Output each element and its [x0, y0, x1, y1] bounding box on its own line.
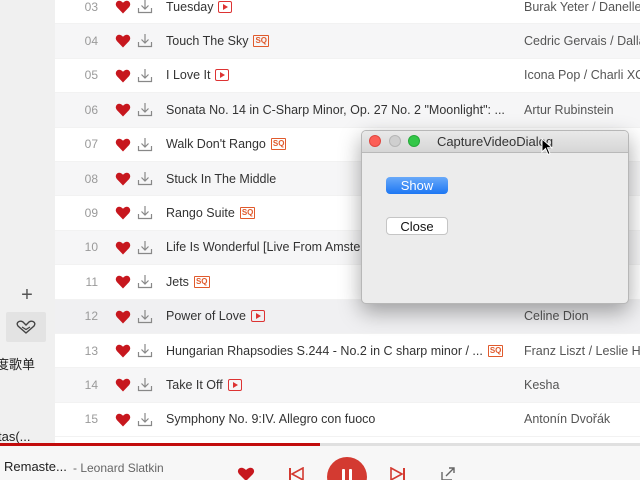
liked-heart-icon[interactable] [115, 69, 131, 86]
capture-video-dialog: CaptureVideoDialog Show Close [361, 130, 629, 304]
download-icon[interactable] [137, 137, 153, 155]
like-heart-icon[interactable] [237, 467, 255, 480]
song-title: Touch The Sky SQ [166, 34, 270, 49]
song-artist[interactable]: Franz Liszt / Leslie Ho [524, 344, 640, 358]
song-title: Sonata No. 14 in C-Sharp Minor, Op. 27 N… [166, 102, 505, 117]
song-row[interactable]: 06 Sonata No. 14 in C-Sharp Minor, Op. 27… [55, 93, 640, 128]
next-track-icon[interactable] [390, 467, 406, 480]
download-icon[interactable] [137, 102, 153, 120]
song-artist[interactable]: Cedric Gervais / Dalla [524, 34, 640, 48]
song-artist[interactable]: Kesha [524, 378, 640, 392]
sq-quality-badge: SQ [487, 344, 504, 357]
liked-heart-icon[interactable] [115, 138, 131, 155]
liked-heart-icon[interactable] [115, 310, 131, 327]
show-button[interactable]: Show [386, 177, 448, 194]
progress-bar[interactable] [0, 443, 640, 446]
sidebar: + 度歌单 tas(... [0, 0, 55, 444]
song-artist[interactable]: Antonín Dvořák [524, 412, 640, 426]
sq-quality-badge: SQ [193, 275, 210, 288]
download-icon[interactable] [137, 343, 153, 361]
download-icon[interactable] [137, 205, 153, 223]
song-title: Symphony No. 9:IV. Allegro con fuoco [166, 412, 376, 427]
liked-heart-icon[interactable] [115, 413, 131, 430]
track-number: 13 [84, 343, 98, 358]
share-icon[interactable] [440, 467, 456, 480]
track-number: 15 [84, 412, 98, 427]
song-row[interactable]: 13 Hungarian Rhapsodies S.244 - No.2 in C… [55, 334, 640, 369]
song-title: Life Is Wonderful [Live From Amster [166, 240, 365, 255]
mv-play-icon[interactable] [227, 378, 242, 391]
liked-heart-icon[interactable] [115, 172, 131, 189]
liked-heart-icon[interactable] [115, 275, 131, 292]
dialog-title: CaptureVideoDialog [436, 134, 554, 149]
song-title: Stuck In The Middle [166, 171, 277, 186]
sidebar-item-label[interactable]: tas(... [0, 429, 31, 444]
song-row[interactable]: 05 I Love It Icona Pop / Charli XC [55, 59, 640, 94]
track-number: 14 [84, 377, 98, 392]
track-number: 08 [84, 171, 98, 186]
song-title: Take It Off [166, 378, 242, 392]
mv-play-icon[interactable] [250, 310, 265, 323]
download-icon[interactable] [137, 68, 153, 86]
download-icon[interactable] [137, 274, 153, 292]
download-icon[interactable] [137, 240, 153, 258]
song-artist[interactable]: Celine Dion [524, 309, 640, 323]
song-title: Walk Don't Rango SQ [166, 137, 287, 152]
sidebar-item-label[interactable]: 度歌单 [0, 354, 35, 373]
song-title: Jets SQ [166, 274, 210, 289]
song-artist[interactable]: Burak Yeter / Danelle [524, 0, 640, 14]
sq-quality-badge: SQ [253, 35, 270, 48]
download-icon[interactable] [137, 309, 153, 327]
download-icon[interactable] [137, 33, 153, 51]
song-title: Rango Suite SQ [166, 206, 256, 221]
song-row[interactable]: 03 Tuesday Burak Yeter / Danelle [55, 0, 640, 25]
track-number: 11 [85, 274, 98, 289]
liked-heart-icon[interactable] [115, 0, 131, 17]
song-title: I Love It [166, 68, 230, 82]
liked-heart-icon[interactable] [115, 34, 131, 51]
player-bar: Remaste... - Leonard Slatkin [0, 443, 640, 480]
song-row[interactable]: 14 Take It Off Kesha [55, 368, 640, 403]
now-playing-title: Remaste... [4, 459, 67, 474]
now-playing-artist: - Leonard Slatkin [73, 461, 164, 475]
song-artist[interactable]: Artur Rubinstein [524, 103, 640, 117]
liked-heart-icon[interactable] [115, 241, 131, 258]
liked-heart-icon[interactable] [115, 206, 131, 223]
track-number: 03 [84, 0, 98, 14]
song-row[interactable]: 12 Power of Love Celine Dion [55, 299, 640, 334]
liked-heart-icon[interactable] [115, 103, 131, 120]
song-title: Hungarian Rhapsodies S.244 - No.2 in C s… [166, 343, 504, 358]
track-number: 10 [84, 240, 98, 255]
track-number: 04 [84, 34, 98, 49]
sq-quality-badge: SQ [239, 207, 256, 220]
song-artist[interactable]: Icona Pop / Charli XC [524, 68, 640, 82]
track-number: 06 [84, 102, 98, 117]
heart-outline-icon [16, 320, 36, 334]
track-number: 09 [84, 206, 98, 221]
track-number: 05 [84, 68, 98, 83]
add-playlist-button[interactable]: + [18, 285, 36, 305]
mv-play-icon[interactable] [215, 69, 230, 82]
liked-heart-icon[interactable] [115, 378, 131, 395]
track-number: 07 [84, 137, 98, 152]
previous-track-icon[interactable] [288, 467, 304, 480]
download-icon[interactable] [137, 377, 153, 395]
pause-button[interactable] [327, 457, 367, 480]
mv-play-icon[interactable] [218, 0, 233, 13]
close-button[interactable]: Close [386, 217, 448, 235]
song-title: Tuesday [166, 0, 233, 14]
download-icon[interactable] [137, 412, 153, 430]
sq-quality-badge: SQ [270, 138, 287, 151]
dialog-titlebar[interactable]: CaptureVideoDialog [362, 131, 628, 153]
song-row[interactable]: 04 Touch The Sky SQ Cedric Gervais / Dalla [55, 24, 640, 59]
download-icon[interactable] [137, 171, 153, 189]
track-number: 12 [84, 309, 98, 324]
liked-heart-icon[interactable] [115, 344, 131, 361]
sidebar-item-liked-playlist[interactable] [6, 312, 46, 342]
download-icon[interactable] [137, 0, 153, 17]
mouse-cursor-icon [541, 138, 553, 156]
song-row[interactable]: 15 Symphony No. 9:IV. Allegro con fuoco An… [55, 403, 640, 438]
song-title: Power of Love [166, 309, 265, 323]
progress-fill [0, 443, 320, 446]
